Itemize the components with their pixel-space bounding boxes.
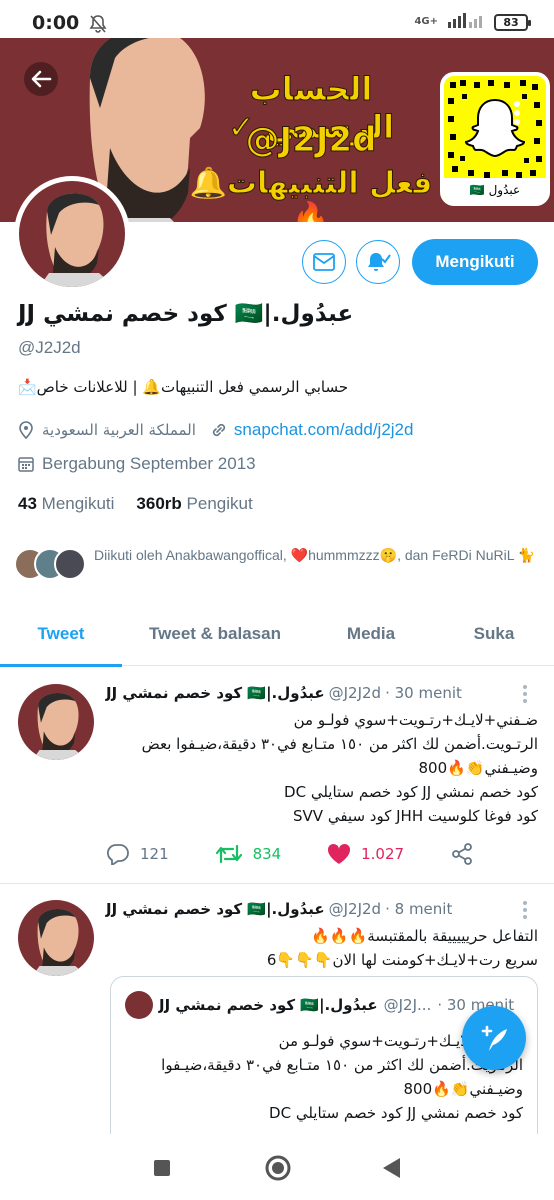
profile-meta-location: المملكة العربية السعودية snapchat.com/ad… [18,420,413,440]
back-arrow-icon[interactable] [24,62,58,96]
avatar-illustration [39,193,115,287]
tweet-line: الرتـويت.أضمن لك اكثر من ١٥٠ متـابع في٣٠… [141,735,538,753]
profile-meta-joined: Bergabung September 2013 [18,454,256,474]
message-button[interactable] [302,240,346,284]
snapcode-caption: عبدُول 🇸🇦 [444,178,546,202]
envelope-icon [313,253,335,271]
followed-by[interactable]: Diikuti oleh Anakbawangoffical, ❤️hummmz… [14,544,544,584]
tweet-avatar[interactable] [18,900,94,976]
tweet-author-handle: @J2J2d [328,900,382,918]
reply-icon [106,844,129,865]
followed-by-text: Diikuti oleh Anakbawangoffical, ❤️hummmz… [94,547,536,563]
tweet-line: ضـفني+لايـك+رتـويت+سوي فولـو من [293,711,538,729]
like-button[interactable]: 1.027 [327,842,404,866]
share-icon [452,843,472,865]
quote-author-handle: @J2J... [383,996,432,1014]
tweet-line: كود خصم نمشي JJ كود خصم ستايلي DC [284,783,538,801]
avatar-illustration [32,692,87,760]
joined-text: Bergabung September 2013 [42,454,256,473]
profile-tabs: Tweet Tweet & balasan Media Suka [0,612,554,667]
tab-tweet-replies[interactable]: Tweet & balasan [122,612,308,665]
android-nav-bar [0,1134,554,1200]
quoted-tweet[interactable]: عبدُول.|🇸🇦 كود خصم نمشي JJ @J2J... · 30 … [110,976,538,1156]
tweet-item[interactable]: عبدُول.|🇸🇦 كود خصم نمشي JJ @J2J2d · 30 m… [0,668,554,884]
signal-icon [448,12,484,32]
tweet-line: سريع رت+لايـك+كومنت لها الان👇👇👇6 [266,951,538,969]
followed-avatars [14,544,90,584]
mute-icon [88,14,108,38]
bell-check-icon [368,253,391,271]
location-text: المملكة العربية السعودية [42,421,196,439]
recents-icon[interactable] [152,1158,172,1182]
profile-avatar[interactable] [14,176,130,292]
tweet-header: عبدُول.|🇸🇦 كود خصم نمشي JJ @J2J2d · 30 m… [106,684,514,702]
following-stat[interactable]: 43 Mengikuti [18,494,114,514]
profile-bio: حسابي الرسمي فعل التنبيهات🔔 | للاعلانات … [18,378,349,396]
tweet-text: ضـفني+لايـك+رتـويت+سوي فولـو من الرتـويت… [106,708,538,828]
website-link[interactable]: snapchat.com/add/j2j2d [234,420,414,440]
profile-name: عبدُول.|🇸🇦 كود خصم نمشي JJ [18,301,354,327]
tweet-text: التفاعل حريييييقة بالمقتبسة🔥🔥🔥 سريع رت+ل… [106,924,538,972]
snapcode: عبدُول 🇸🇦 [440,72,550,206]
tab-media[interactable]: Media [308,612,434,665]
quote-line: كود خصم نمشي JJ كود خصم ستايلي DC [269,1104,523,1122]
notifications-button[interactable] [356,240,400,284]
tweet-line: التفاعل حريييييقة بالمقتبسة🔥🔥🔥 [311,927,538,945]
retweet-icon [215,844,242,864]
retweet-button[interactable]: 834 [215,842,282,866]
status-right: 4G+ 83 [414,12,531,32]
reply-count: 121 [140,845,169,863]
profile-stats: 43 Mengikuti 360rb Pengikut [18,494,253,514]
followers-label: Pengikut [186,494,253,513]
tab-likes[interactable]: Suka [434,612,554,665]
link-icon [212,423,225,437]
tweet-avatar[interactable] [18,684,94,760]
follower-avatar [54,548,86,580]
status-time: 0:00 [32,12,80,34]
back-icon[interactable] [380,1156,402,1184]
banner-notify: فعل التنبيهات🔔🔥 [189,166,433,223]
banner-handle: @J2J2d [245,120,377,161]
compose-tweet-button[interactable] [462,1006,526,1070]
like-count: 1.027 [361,845,405,863]
calendar-icon [18,457,34,472]
compose-feather-icon [481,1025,507,1051]
retweet-count: 834 [252,845,282,863]
heart-icon [328,843,351,864]
snapcode-ghost-icon [448,80,542,178]
share-button[interactable] [450,842,474,866]
tweet-time: · 8 menit [385,900,453,918]
more-options-icon[interactable] [507,98,527,128]
tweet-header: عبدُول.|🇸🇦 كود خصم نمشي JJ @J2J2d · 8 me… [106,900,514,918]
location-pin-icon [19,421,33,439]
tweet-more-icon[interactable] [522,684,528,704]
profile-handle: @J2J2d [18,338,81,357]
following-button[interactable]: Mengikuti [412,239,538,285]
tweet-more-icon[interactable] [522,900,528,920]
battery-icon: 83 [494,13,531,31]
tweet-line: وضيـفني👏🔥800 [418,759,538,777]
avatar-illustration [32,908,87,976]
network-label: 4G+ [414,16,438,27]
quote-author-name: عبدُول.|🇸🇦 كود خصم نمشي JJ [159,996,378,1014]
tab-tweet[interactable]: Tweet [0,612,122,667]
tweet-author-handle: @J2J2d [328,684,382,702]
followers-count: 360rb [136,494,182,513]
tweet-line: كود فوغا كلوسيت JHH كود سيفي SVV [293,807,538,825]
following-label: Mengikuti [41,494,115,513]
tweet-author-name: عبدُول.|🇸🇦 كود خصم نمشي JJ [106,900,325,918]
following-count: 43 [18,494,37,513]
tweet-author-name: عبدُول.|🇸🇦 كود خصم نمشي JJ [106,684,325,702]
quote-header: عبدُول.|🇸🇦 كود خصم نمشي JJ @J2J... · 30 … [125,991,527,1019]
tweet-actions: 121 834 1.027 [106,842,474,866]
followers-stat[interactable]: 360rb Pengikut [136,494,252,514]
quote-line: وضيـفني👏🔥800 [403,1080,523,1098]
home-icon[interactable] [264,1154,292,1186]
reply-button[interactable]: 121 [106,842,169,866]
tweet-time: · 30 menit [385,684,462,702]
quote-avatar [125,991,153,1019]
quote-line: الرتـويت.أضمن لك اكثر من ١٥٠ متـابع في٣٠… [161,1056,523,1074]
